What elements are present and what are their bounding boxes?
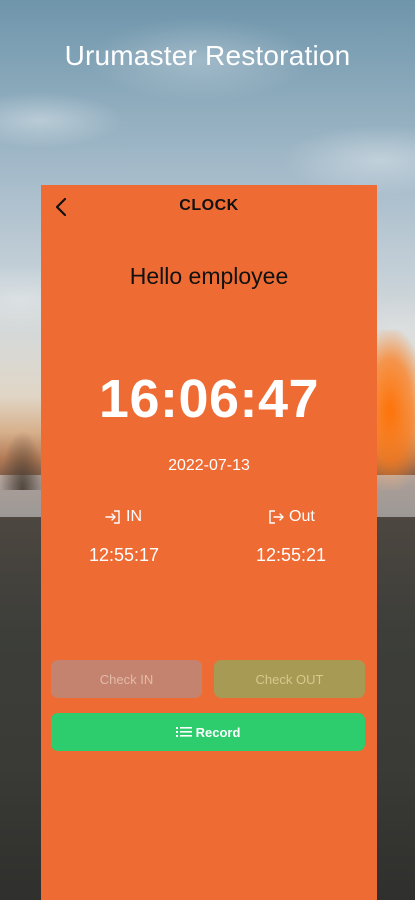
current-time: 16:06:47 (98, 369, 320, 429)
page-title: CLOCK (179, 197, 239, 214)
in-label-group: IN (105, 508, 142, 526)
tree-silhouette (0, 430, 45, 490)
clock-card: CLOCK Hello employee 16:06:47 2022-07-13… (41, 185, 377, 900)
out-label-group: Out (268, 508, 315, 526)
check-in-button[interactable]: Check IN (51, 660, 202, 698)
list-icon (175, 726, 192, 738)
logout-icon (268, 510, 284, 524)
current-date: 2022-07-13 (168, 457, 250, 474)
in-time: 12:55:17 (88, 545, 160, 565)
app-title: Urumaster Restoration (64, 40, 351, 71)
login-icon (105, 510, 121, 524)
out-label: Out (289, 508, 315, 525)
record-button-label: Record (195, 724, 241, 740)
greeting-text: Hello employee (129, 263, 289, 289)
check-out-button[interactable]: Check OUT (214, 660, 365, 698)
in-label: IN (126, 508, 142, 525)
record-button[interactable]: Record (51, 713, 365, 751)
out-time: 12:55:21 (255, 545, 327, 565)
screen-background: Urumaster Restoration CLOCK Hello employ… (0, 0, 415, 900)
